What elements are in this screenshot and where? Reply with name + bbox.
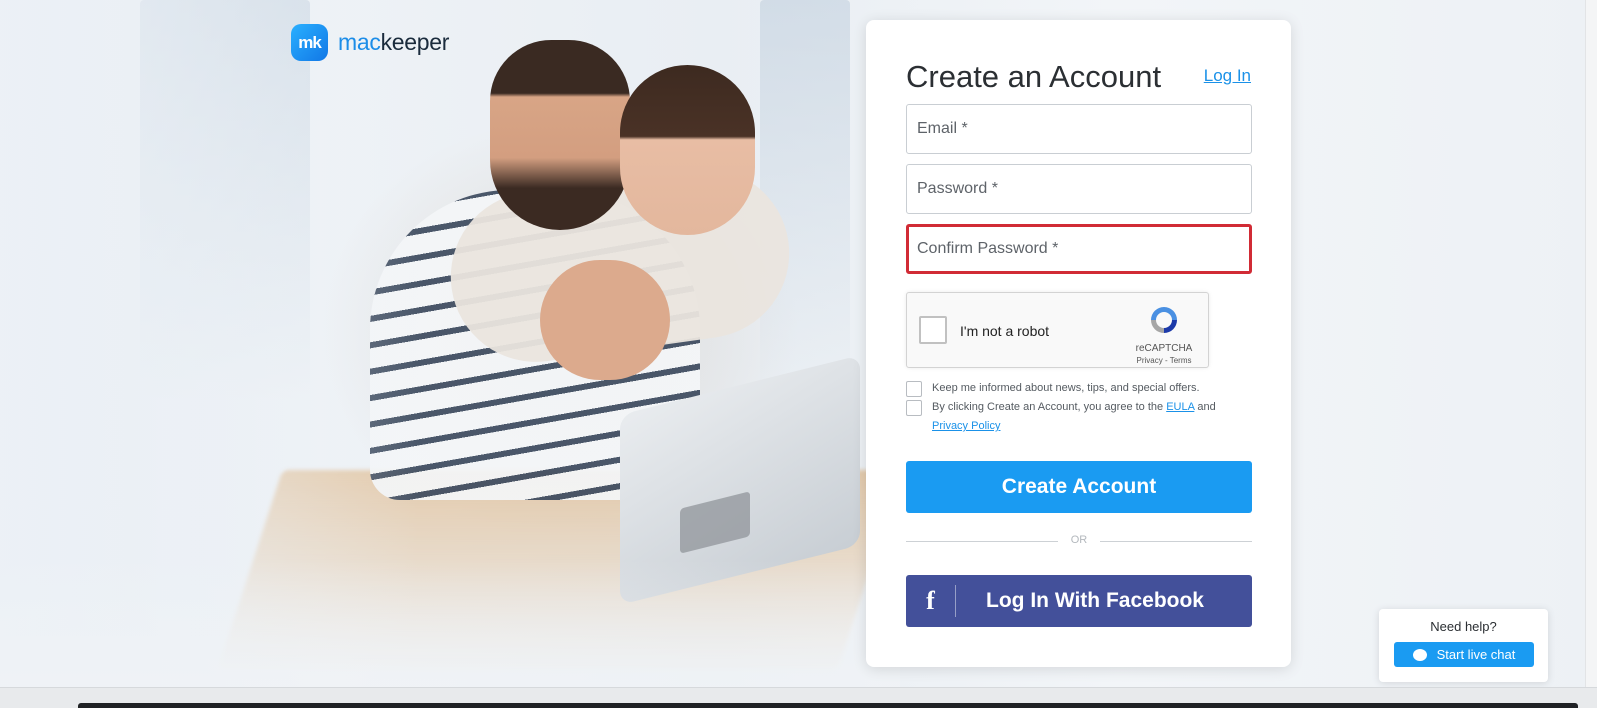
- recaptcha-terms-link[interactable]: Terms: [1170, 356, 1192, 365]
- mackeeper-logo[interactable]: mk mackeeper: [291, 24, 449, 61]
- divider-line-right: [1100, 541, 1252, 542]
- eula-link[interactable]: EULA: [1166, 401, 1194, 413]
- terms-checkbox[interactable]: [906, 400, 922, 416]
- terms-row: By clicking Create an Account, you agree…: [906, 398, 1252, 436]
- newsletter-checkbox[interactable]: [906, 381, 922, 397]
- bottom-fade: [0, 560, 900, 708]
- recaptcha-links-sep: -: [1162, 356, 1170, 365]
- privacy-policy-link[interactable]: Privacy Policy: [932, 420, 1000, 432]
- child-head: [620, 65, 755, 235]
- recaptcha-icon: [1151, 307, 1177, 333]
- terms-and: and: [1194, 401, 1216, 413]
- create-account-button[interactable]: Create Account: [906, 461, 1252, 513]
- facebook-icon: f: [906, 585, 956, 617]
- bottom-bar: [0, 687, 1597, 708]
- hands: [540, 260, 670, 380]
- terms-label: By clicking Create an Account, you agree…: [932, 398, 1216, 436]
- logo-text-keeper: keeper: [380, 29, 450, 55]
- chat-bubble-icon: [1412, 648, 1427, 661]
- recaptcha-links: Privacy - Terms: [1134, 356, 1194, 365]
- background-window: [760, 0, 850, 400]
- recaptcha-checkbox[interactable]: [919, 316, 947, 344]
- start-live-chat-label: Start live chat: [1436, 647, 1516, 662]
- vertical-scrollbar[interactable]: [1585, 0, 1597, 687]
- help-widget: Need help? Start live chat: [1379, 609, 1548, 682]
- newsletter-label: Keep me informed about news, tips, and s…: [932, 382, 1200, 394]
- signup-card: Create an Account Log In I'm not a robot…: [866, 20, 1291, 667]
- newsletter-row: Keep me informed about news, tips, and s…: [906, 379, 1200, 398]
- logo-mark-icon: mk: [291, 24, 328, 61]
- recaptcha-brand: reCAPTCHA: [1135, 343, 1193, 354]
- recaptcha-privacy-link[interactable]: Privacy: [1137, 356, 1163, 365]
- facebook-login-button[interactable]: f Log In With Facebook: [906, 575, 1252, 627]
- recaptcha-label: I'm not a robot: [960, 323, 1050, 339]
- confirm-password-field[interactable]: [906, 224, 1252, 274]
- or-divider: OR: [906, 534, 1252, 548]
- logo-text: mackeeper: [338, 29, 449, 56]
- divider-text: OR: [1070, 534, 1088, 546]
- father-head: [490, 40, 630, 230]
- login-link[interactable]: Log In: [1204, 66, 1251, 86]
- logo-text-mac: mac: [338, 29, 381, 55]
- password-field[interactable]: [906, 164, 1252, 214]
- bottom-dark-strip: [78, 703, 1578, 708]
- recaptcha-widget: I'm not a robot reCAPTCHA Privacy - Term…: [906, 292, 1209, 368]
- facebook-login-label: Log In With Facebook: [986, 589, 1204, 612]
- email-field[interactable]: [906, 104, 1252, 154]
- recaptcha-logo: reCAPTCHA Privacy - Terms: [1134, 303, 1194, 365]
- start-live-chat-button[interactable]: Start live chat: [1394, 642, 1534, 667]
- terms-text: By clicking Create an Account, you agree…: [932, 401, 1167, 413]
- page-title: Create an Account: [906, 59, 1162, 94]
- help-title: Need help?: [1430, 619, 1497, 634]
